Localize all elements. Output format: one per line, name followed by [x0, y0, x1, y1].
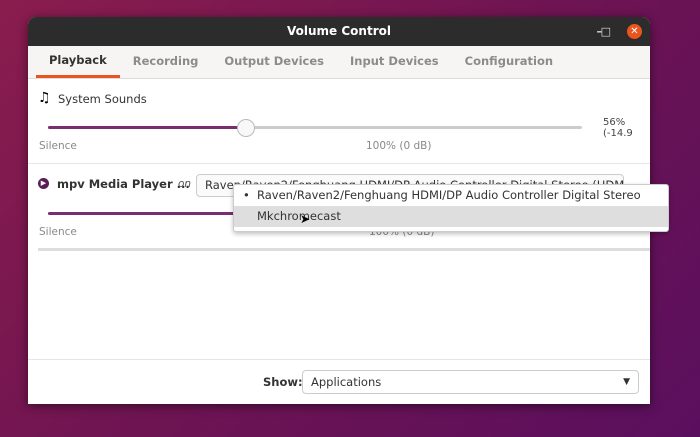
show-label: Show: [263, 375, 303, 389]
tab-configuration[interactable]: Configuration [452, 46, 566, 78]
level-meter [38, 248, 650, 251]
menu-item[interactable]: • Raven/Raven2/Fenghuang HDMI/DP Audio C… [234, 185, 668, 223]
stream-name: System Sounds [58, 92, 147, 106]
window-title: Volume Control [287, 24, 391, 38]
tab-recording[interactable]: Recording [120, 46, 212, 78]
volume-value: 56% (-14.9 [603, 117, 633, 139]
music-note-icon: ♫ [38, 90, 51, 106]
volume-slider-knob[interactable] [237, 119, 255, 137]
tab-output-devices[interactable]: Output Devices [211, 46, 337, 78]
close-button[interactable]: ✕ [627, 24, 642, 39]
on-label: on [178, 178, 192, 190]
maximize-button[interactable]: □ [601, 17, 611, 46]
title-bar: Volume Control – □ ✕ [28, 17, 650, 46]
tab-bar: Playback Recording Output Devices Input … [28, 46, 650, 79]
show-selector[interactable]: Applications ▼ [302, 370, 639, 394]
stream-name: mpv Media Player ... [57, 177, 190, 191]
reference-label: 100% (0 dB) [366, 140, 432, 152]
device-dropdown-menu: • Raven/Raven2/Fenghuang HDMI/DP Audio C… [233, 184, 669, 232]
volume-slider-fill [48, 126, 246, 129]
divider [28, 359, 650, 360]
tab-input-devices[interactable]: Input Devices [337, 46, 452, 78]
volume-slider-fill [48, 212, 248, 215]
silence-label: Silence [39, 226, 77, 238]
show-selector-value: Applications [311, 375, 382, 389]
selected-bullet-icon: • [243, 188, 250, 202]
divider [28, 163, 650, 164]
mouse-cursor-icon: ➤ [300, 212, 311, 226]
menu-item-label: Mkchromecast [257, 209, 341, 223]
maximize-icon: □ [600, 25, 611, 38]
silence-label: Silence [39, 140, 77, 152]
chevron-down-icon: ▼ [623, 377, 630, 387]
tab-playback[interactable]: Playback [36, 46, 120, 78]
play-circle-icon: ▶ [38, 178, 49, 189]
